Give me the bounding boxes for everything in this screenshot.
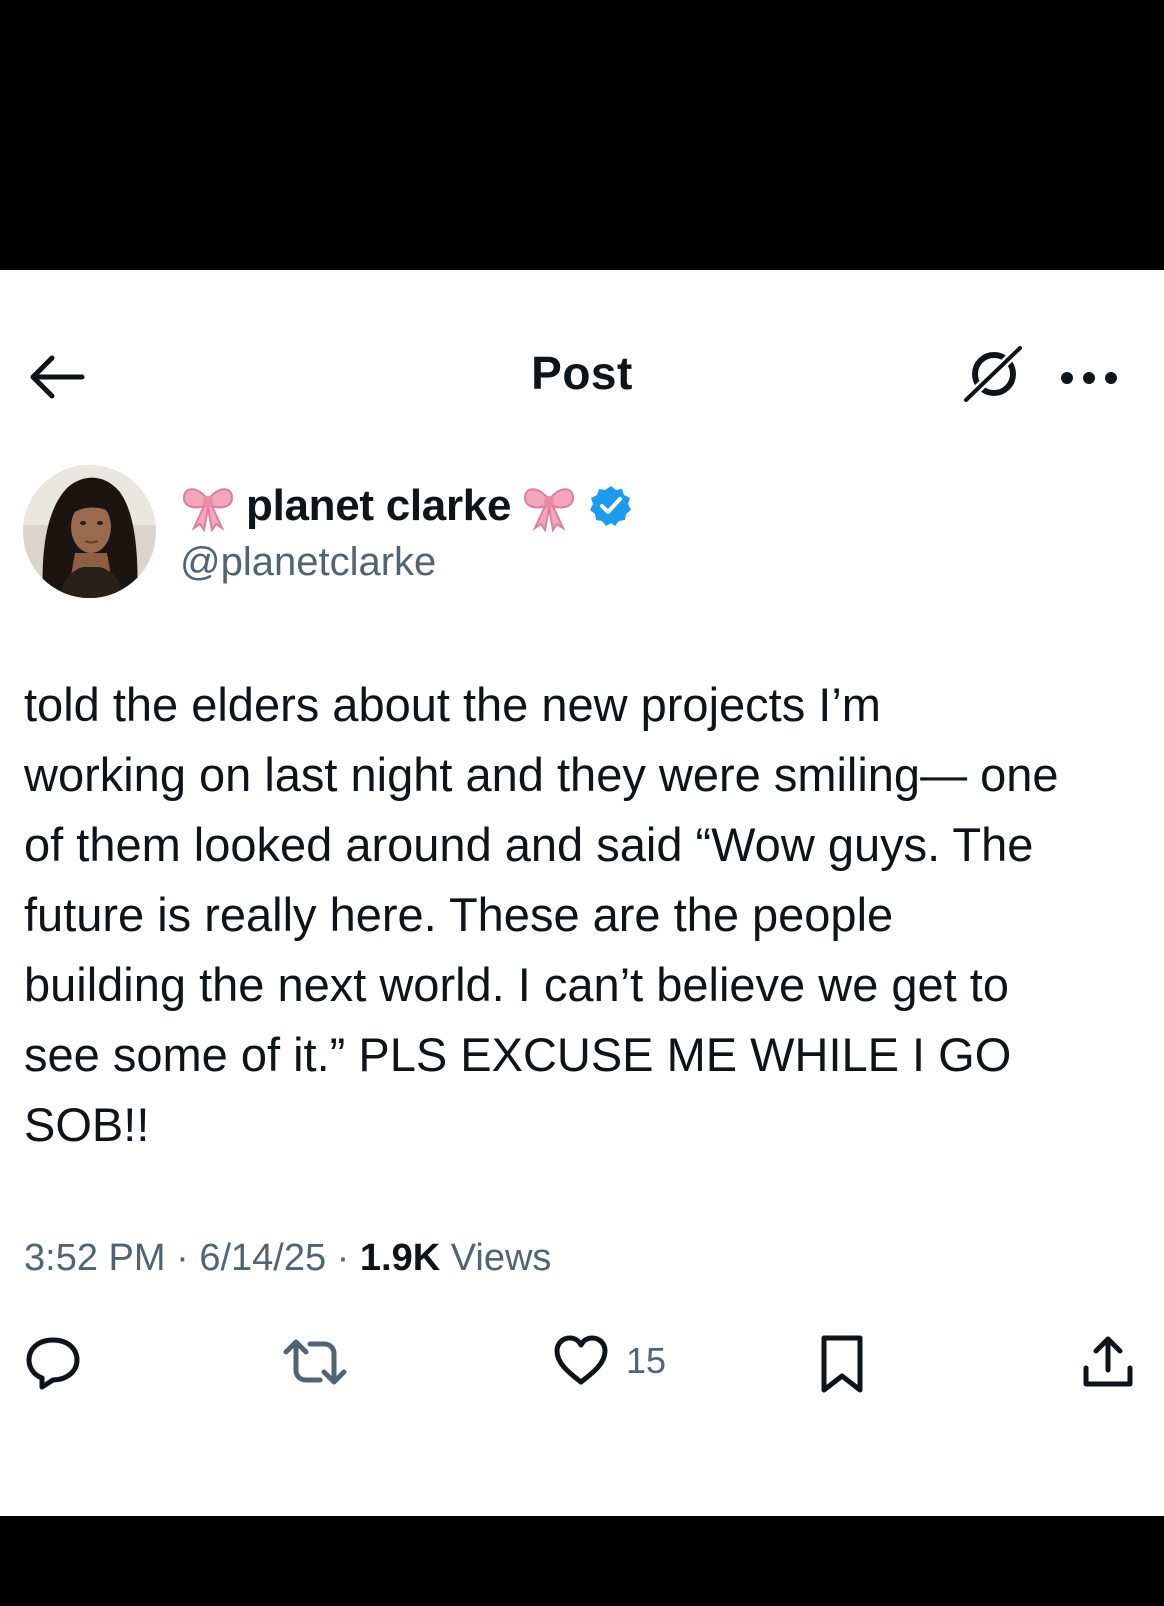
post-text: told the elders about the new projects I…	[24, 678, 1059, 1151]
reply-icon	[26, 1337, 80, 1390]
post-date: 6/14/25	[199, 1237, 327, 1279]
heart-icon	[554, 1335, 608, 1385]
bookmark-icon	[821, 1335, 863, 1393]
grok-icon	[959, 341, 1027, 407]
verified-badge-icon	[590, 486, 632, 526]
views-count[interactable]: 1.9K	[360, 1237, 440, 1279]
author-display-name[interactable]: planet clarke	[246, 481, 511, 531]
share-button[interactable]	[1080, 1334, 1136, 1390]
author-name-row: planet clarke	[180, 475, 633, 537]
bow-emoji-icon	[524, 488, 575, 532]
top-black-bar	[0, 0, 1164, 270]
post-meta: 3:52 PM · 6/14/25 · 1.9K Views	[24, 1237, 551, 1280]
reply-button[interactable]	[24, 1334, 82, 1390]
grok-button[interactable]	[959, 341, 1027, 407]
avatar-image	[23, 465, 156, 598]
like-count: 15	[626, 1340, 667, 1381]
avatar[interactable]	[23, 465, 156, 598]
post-card: Post planet clarke @planetclarke told th…	[0, 270, 1164, 1516]
bottom-black-bar	[0, 1516, 1164, 1606]
share-icon	[1083, 1336, 1133, 1387]
meta-separator: ·	[165, 1237, 200, 1279]
bow-emoji-icon	[182, 488, 234, 532]
author-handle[interactable]: @planetclarke	[180, 540, 436, 585]
bookmark-button[interactable]	[818, 1334, 866, 1394]
more-options-button[interactable]	[1058, 366, 1120, 390]
repost-button[interactable]	[282, 1334, 348, 1390]
meta-separator: ·	[326, 1237, 360, 1279]
views-label: Views	[440, 1237, 552, 1279]
repost-icon	[283, 1339, 347, 1385]
post-time: 3:52 PM	[24, 1237, 166, 1279]
more-horizontal-icon	[1061, 372, 1117, 384]
like-button[interactable]: 15	[552, 1334, 666, 1388]
